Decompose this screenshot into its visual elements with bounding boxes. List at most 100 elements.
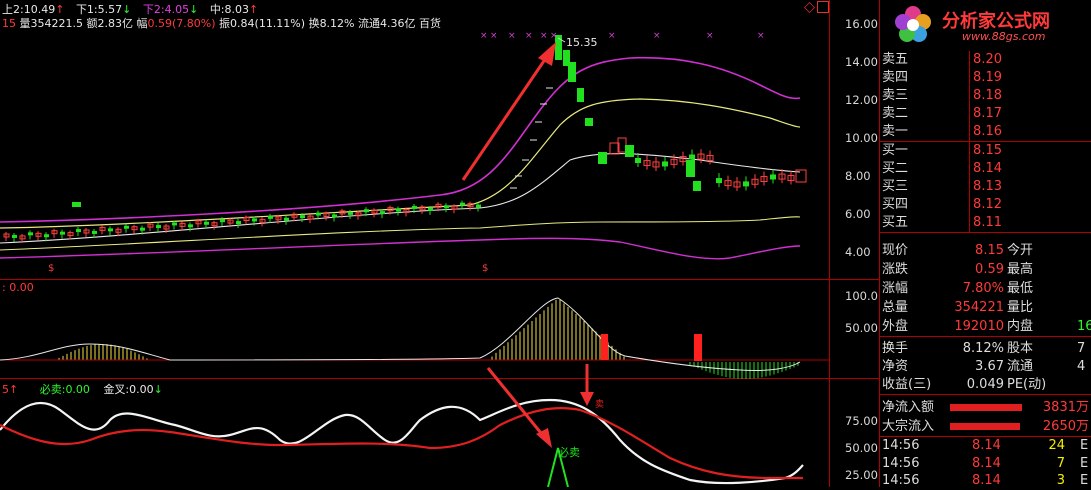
- candle-body: [428, 207, 433, 211]
- stat-row[interactable]: 收益(三) 0.049 PE(动): [882, 376, 1046, 394]
- candle-body: [188, 224, 193, 228]
- quote-right-label: 量比: [1007, 300, 1034, 315]
- order-book-row[interactable]: 卖三 8.18: [882, 87, 1002, 106]
- quote-right-label: 内盘: [1007, 319, 1034, 334]
- quote-value: 7.80%: [962, 281, 1004, 296]
- order-book-row[interactable]: 买一 8.15: [882, 141, 1002, 160]
- quote-label: 涨跌: [882, 262, 909, 277]
- signal-x-mark: ×: [490, 31, 498, 41]
- quote-value: 8.15: [975, 243, 1004, 258]
- order-book-row[interactable]: 卖二 8.17: [882, 105, 1002, 124]
- quote-row[interactable]: 涨跌 0.59 最高: [882, 261, 1033, 279]
- book-label: 买四: [882, 196, 909, 212]
- flow-bar: [950, 423, 1020, 430]
- book-divider: [969, 213, 970, 232]
- candle-body: [124, 225, 129, 229]
- tick-row[interactable]: 14:56 8.14 24 E: [882, 437, 1088, 455]
- stat-value: 8.12%: [962, 341, 1004, 356]
- order-book-row[interactable]: 买五 8.11: [882, 213, 1002, 232]
- stat-right-label: 股本: [1007, 341, 1034, 356]
- tick-qty: 3: [1056, 473, 1065, 488]
- candle-body: [156, 225, 161, 229]
- signal-x-mark: ×: [508, 31, 516, 41]
- stat-right-value: 7: [1077, 341, 1086, 356]
- order-book-row[interactable]: 卖四 8.19: [882, 69, 1002, 88]
- cross-label: 金叉:: [103, 383, 130, 396]
- order-book-row[interactable]: 买二 8.14: [882, 159, 1002, 178]
- quote-right-label: 最低: [1007, 281, 1034, 296]
- candle-body: [585, 118, 593, 126]
- stat-value: 0.049: [966, 377, 1004, 392]
- tick-price: 8.14: [972, 438, 1001, 453]
- order-book-row[interactable]: 买三 8.13: [882, 177, 1002, 196]
- quote-label: 涨幅: [882, 281, 909, 296]
- flow-row[interactable]: 净流入额 3831万: [882, 399, 1089, 417]
- book-divider: [969, 177, 970, 196]
- tick-row[interactable]: 14:56 8.14 3 E: [882, 472, 1088, 490]
- logo: 分析家公式网 www.88gs.com: [890, 2, 1090, 48]
- price-axis-tick: 4.00: [845, 245, 871, 259]
- book-label: 买五: [882, 214, 909, 230]
- price-axis-tick: 6.00: [845, 207, 871, 221]
- candle-body: [316, 212, 321, 216]
- stat-row[interactable]: 净资 3.67 流通 4: [882, 358, 1085, 376]
- tick-row[interactable]: 14:56 8.14 7 E: [882, 455, 1088, 473]
- book-price: 8.13: [973, 178, 1002, 194]
- quote-row[interactable]: 总量 354221 量比: [882, 299, 1033, 317]
- signal-x-mark: ×: [480, 31, 488, 41]
- quote-row[interactable]: 外盘 192010 内盘 16: [882, 318, 1091, 336]
- tick-time: 14:56: [882, 455, 920, 471]
- flower-logo-icon: [895, 6, 931, 42]
- order-book-row[interactable]: 卖一 8.16: [882, 123, 1002, 142]
- quote-row[interactable]: 现价 8.15 今开: [882, 242, 1033, 260]
- sidebar-divider: [880, 336, 1091, 337]
- candle-body: [716, 178, 722, 184]
- candle-body: [380, 211, 385, 215]
- tick-price: 8.14: [972, 473, 1001, 488]
- tick-dir: E: [1080, 473, 1089, 488]
- book-divider: [969, 87, 970, 106]
- price-axis-tick: 16.00: [845, 17, 878, 31]
- d-line-red: [0, 407, 803, 480]
- sell-label: 必卖:: [39, 383, 66, 396]
- book-price: 8.20: [973, 52, 1002, 67]
- book-divider: [969, 105, 970, 124]
- flow-value: 2650万: [1042, 419, 1089, 434]
- book-divider: [969, 195, 970, 214]
- book-label: 卖五: [882, 52, 909, 67]
- stat-value: 3.67: [975, 359, 1004, 374]
- candle-body: [568, 62, 576, 82]
- arrow-down-icon: ↓: [153, 383, 163, 396]
- candle-body: [12, 234, 17, 238]
- tick-qty: 7: [1056, 455, 1065, 471]
- quote-label: 总量: [882, 300, 909, 315]
- tick-time: 14:56: [882, 438, 920, 453]
- candle-body: [92, 230, 97, 234]
- candle-body: [300, 215, 305, 219]
- flow-bar: [950, 404, 1022, 411]
- candle-body: [662, 161, 668, 167]
- stat-row[interactable]: 换手 8.12% 股本 7: [882, 340, 1085, 358]
- candle-body: [693, 181, 701, 191]
- tick-time: 14:56: [882, 473, 920, 488]
- order-book-row[interactable]: 卖五 8.20: [882, 51, 1002, 69]
- quote-right-label: 今开: [1007, 243, 1034, 258]
- sell-down-arrowhead: [580, 392, 594, 406]
- order-book-row[interactable]: 买四 8.12: [882, 195, 1002, 214]
- book-price: 8.19: [973, 70, 1002, 86]
- mid-panel-label: : 0.00: [2, 281, 34, 294]
- price-axis-tick: 8.00: [845, 169, 871, 183]
- book-divider: [969, 141, 970, 160]
- candle-body: [689, 154, 695, 160]
- low-axis-75: 75.00: [845, 414, 878, 428]
- quote-row[interactable]: 涨幅 7.80% 最低: [882, 280, 1033, 298]
- book-label: 卖一: [882, 124, 909, 140]
- candle-body: [284, 217, 289, 221]
- sidebar-left-border: [879, 0, 880, 487]
- candle-body: [44, 234, 49, 238]
- arrow-up-icon: ↑: [9, 383, 19, 396]
- sell-signal-text: 必卖: [558, 446, 580, 459]
- book-label: 买一: [882, 142, 909, 158]
- book-price: 8.14: [973, 160, 1002, 176]
- flow-row[interactable]: 大宗流入 2650万: [882, 418, 1089, 436]
